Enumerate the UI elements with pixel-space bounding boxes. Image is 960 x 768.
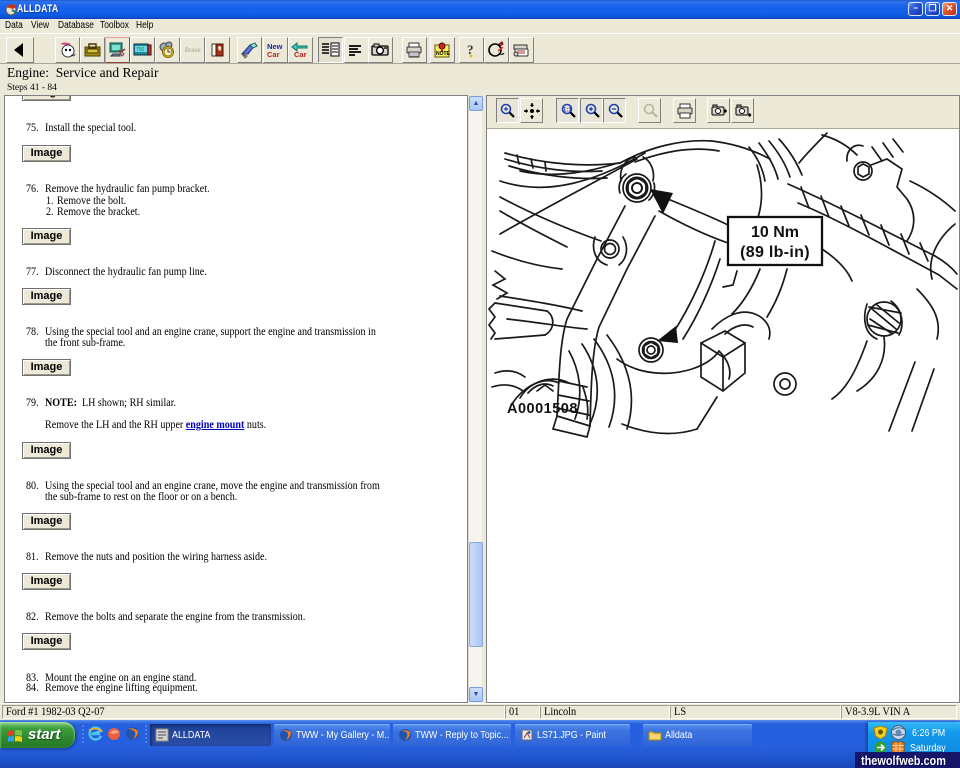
svg-text:NOTE: NOTE	[436, 51, 451, 57]
svg-text:A0001508: A0001508	[507, 401, 578, 417]
svg-text:Car: Car	[267, 50, 280, 59]
svg-text:Brave: Brave	[185, 48, 201, 54]
svg-text:750: 750	[136, 47, 145, 53]
svg-text:Car: Car	[294, 50, 307, 59]
svg-text:(89 lb-in): (89 lb-in)	[740, 244, 810, 261]
svg-text:10 Nm: 10 Nm	[751, 224, 799, 241]
svg-text:1:1: 1:1	[563, 108, 572, 114]
